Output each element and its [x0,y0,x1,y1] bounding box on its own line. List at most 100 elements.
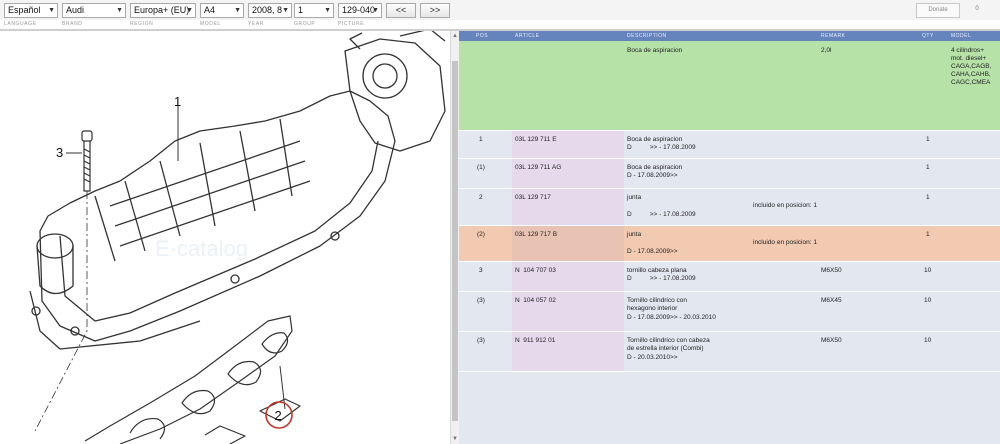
callout-2-label: 2 [275,408,282,423]
label-language: LANGUAGE [4,21,37,27]
table-row[interactable]: (3) N 911 912 01 Tornillo cilindrico con… [459,332,1000,372]
picture-value: 129-040 [342,5,376,15]
label-region: REGION [130,21,154,27]
row-validity: D - 17.08.2009>> [627,172,678,179]
row-validity: D - 17.08.2009>> - 20.03.2010 [627,314,716,321]
row-article[interactable]: N 911 912 01 [515,337,555,345]
model-value: A4 [204,5,216,15]
row-qty: 10 [924,267,932,274]
label-group: GROUP [294,21,316,27]
group-value: 1 [298,5,304,15]
row-pos: 1 [479,136,483,143]
row-remark: M6X50 [821,267,842,274]
col-qty: QTY [922,33,934,39]
col-pos: POS [476,33,489,39]
row-description: junta [627,231,642,238]
chevron-down-icon: ▼ [48,7,55,14]
table-row-group-header: Boca de aspiracion 2,0l 4 cilindros+ mot… [459,41,1000,131]
table-row[interactable]: (3) N 104 057 02 Tornillo cilindrico con… [459,292,1000,332]
language-value: Español [8,5,41,15]
header-description: Boca de aspiracion [627,47,683,54]
header-model-line: CAGC,CMEA [951,79,991,86]
chevron-down-icon: ▼ [372,7,379,14]
parts-diagram: 1 3 2 E·catalog [0,31,450,444]
row-article[interactable]: 03L 129 717 B [515,231,557,239]
row-article[interactable]: N 104 057 02 [515,297,556,305]
chevron-down-icon: ▼ [186,7,193,14]
table-row[interactable]: (1) 03L 129 711 AG Boca de aspiracion D … [459,159,1000,189]
row-description-cont: de estrella interior (Combi) [627,345,704,352]
col-article: ARTICLE [515,33,540,39]
row-remark: M6X45 [821,297,842,304]
model-select[interactable]: A4 ▼ [200,3,244,18]
parts-table: POS ARTICLE DESCRIPTION REMARK QTY MODEL… [459,31,1000,444]
chevron-down-icon: ▼ [234,7,241,14]
header-model-line: CAHA,CAHB, [951,71,991,78]
row-validity: D >> - 17.08.2009 [627,275,696,282]
table-row[interactable]: 3 N 104 707 03 tornillo cabeza plana D >… [459,262,1000,292]
row-validity: D - 20.03.2010>> [627,354,678,361]
row-validity: D - 17.08.2009>> [627,248,678,255]
row-pos: (3) [477,337,485,344]
chevron-down-icon: ▼ [324,7,331,14]
table-header: POS ARTICLE DESCRIPTION REMARK QTY MODEL [459,31,1000,41]
row-description: Boca de aspiracion [627,164,683,171]
col-remark: REMARK [821,33,846,39]
row-pos: (2) [477,231,485,238]
row-description: Boca de aspiracion [627,136,683,143]
table-row[interactable]: 2 03L 129 717 junta incluido en posicion… [459,189,1000,226]
row-qty: 10 [924,337,932,344]
label-year: YEAR [248,21,265,27]
year-value: 2008, 8 [252,5,283,15]
label-brand: BRAND [62,21,83,27]
row-article[interactable]: 03L 129 717 [515,194,551,202]
watermark: E·catalog [155,236,248,261]
row-article[interactable]: 03L 129 711 AG [515,164,561,172]
row-included-in: incluido en posicion: 1 [753,239,817,246]
selector-labels: LANGUAGE BRAND REGION MODEL YEAR GROUP P… [0,20,1000,29]
row-validity: D >> - 17.08.2009 [627,144,696,151]
row-qty: 1 [926,136,930,143]
brand-select[interactable]: Audi ▼ [62,3,126,18]
header-remark: 2,0l [821,47,832,54]
next-picture-button[interactable]: >> [420,3,450,18]
group-select[interactable]: 1 ▼ [294,3,334,18]
header-model-line: 4 cilindros+ [951,47,985,54]
intake-manifold-drawing: 1 3 2 E·catalog [29,31,446,444]
row-qty: 10 [924,297,932,304]
diagram-scrollbar[interactable]: ▲ ▼ [450,31,459,444]
table-row-highlighted[interactable]: (2) 03L 129 717 B junta incluido en posi… [459,226,1000,262]
picture-select[interactable]: 129-040 ▼ [338,3,382,18]
region-select[interactable]: Europa+ (EU) ▼ [130,3,196,18]
row-pos: 3 [479,267,483,274]
donate-button[interactable]: Donate [916,3,960,18]
row-included-in: incluido en posicion: 1 [753,202,817,209]
table-row[interactable]: 1 03L 129 711 E Boca de aspiracion D >> … [459,131,1000,159]
row-qty: 1 [926,164,930,171]
row-pos: (1) [477,164,485,171]
language-select[interactable]: Español ▼ [4,3,58,18]
year-select[interactable]: 2008, 8 ▼ [248,3,292,18]
row-description: Tornillo cilindrico con cabeza [627,337,710,344]
scroll-up-icon[interactable]: ▲ [452,33,458,39]
brand-value: Audi [66,5,85,15]
col-description: DESCRIPTION [627,33,667,39]
row-qty: 1 [926,231,930,238]
chevron-down-icon: ▼ [282,7,289,14]
row-article[interactable]: N 104 707 03 [515,267,556,275]
row-article[interactable]: 03L 129 711 E [515,136,557,144]
toolbar: Español ▼ Audi ▼ Europa+ (EU) ▼ A4 ▼ 2008, 8… [0,0,1000,20]
scrollbar-thumb[interactable] [452,61,458,421]
scroll-down-icon[interactable]: ▼ [452,436,458,442]
row-remark: M6X50 [821,337,842,344]
row-pos: (3) [477,297,485,304]
callout-3-label: 3 [56,145,63,160]
region-value: Europa+ (EU) [134,5,190,15]
label-model: MODEL [200,21,221,27]
col-model: MODEL [951,33,972,39]
header-model-line: mot. diesel+ [951,55,987,62]
prev-picture-button[interactable]: << [386,3,416,18]
row-description: Tornillo cilindrico con [627,297,687,304]
row-description-cont: hexagono interior [627,305,678,312]
donate-extra: 0 [975,6,979,12]
